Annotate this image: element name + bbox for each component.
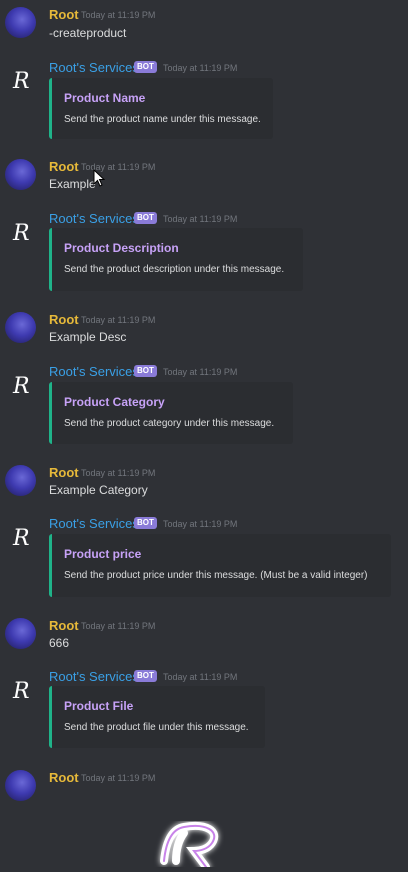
user-avatar-icon[interactable]: [5, 770, 36, 801]
bot-avatar-icon[interactable]: R: [5, 368, 36, 399]
embed-description: Send the product price under this messag…: [64, 570, 368, 581]
embed-description: Send the product category under this mes…: [64, 418, 275, 429]
timestamp: Today at 11:19 PM: [81, 773, 156, 783]
embed: Product price Send the product price und…: [49, 534, 391, 597]
svg-text:R: R: [12, 69, 30, 94]
bot-badge: BOT: [134, 365, 157, 377]
embed-title: Product File: [64, 699, 134, 713]
username[interactable]: Root: [49, 159, 79, 174]
bot-avatar-icon[interactable]: R: [5, 520, 36, 551]
bot-avatar-icon[interactable]: R: [5, 673, 36, 704]
embed-title: Product Name: [64, 91, 146, 105]
embed-description: Send the product file under this message…: [64, 722, 249, 733]
username[interactable]: Root: [49, 465, 79, 480]
bot-message: R Root's Services BOT Today at 11:19 PM …: [0, 360, 408, 455]
timestamp: Today at 11:19 PM: [81, 10, 156, 20]
embed-description: Send the product description under this …: [64, 264, 285, 275]
embed-title: Product price: [64, 547, 142, 561]
bot-message: R Root's Services BOT Today at 11:19 PM …: [0, 207, 408, 302]
timestamp: Today at 11:19 PM: [163, 672, 238, 682]
cursor-icon: [93, 168, 106, 192]
user-message: Root Today at 11:19 PM 666: [0, 615, 408, 665]
message-text: Example Desc: [49, 330, 127, 344]
timestamp: Today at 11:19 PM: [163, 214, 238, 224]
svg-text:R: R: [12, 221, 30, 246]
bot-badge: BOT: [134, 670, 157, 682]
username[interactable]: Root: [49, 770, 79, 785]
bot-name[interactable]: Root's Services: [49, 669, 139, 684]
svg-text:R: R: [12, 679, 30, 704]
message-text: -createproduct: [49, 26, 127, 40]
bot-name[interactable]: Root's Services: [49, 364, 139, 379]
embed-description: Send the product name under this message…: [64, 114, 261, 125]
timestamp: Today at 11:19 PM: [81, 621, 156, 631]
bot-badge: BOT: [134, 517, 157, 529]
user-message: Root Today at 11:19 PM Example Desc: [0, 309, 408, 359]
timestamp: Today at 11:19 PM: [163, 367, 238, 377]
bot-badge: BOT: [134, 61, 157, 73]
timestamp: Today at 11:19 PM: [163, 519, 238, 529]
svg-text:R: R: [12, 526, 30, 551]
username[interactable]: Root: [49, 312, 79, 327]
bot-message: R Root's Services BOT Today at 11:19 PM …: [0, 665, 408, 760]
user-message: Root Today at 11:19 PM -createproduct: [0, 0, 408, 50]
bot-avatar-icon[interactable]: R: [5, 215, 36, 246]
embed: Product Category Send the product catego…: [49, 382, 293, 444]
user-avatar-icon[interactable]: [5, 159, 36, 190]
embed: Product File Send the product file under…: [49, 686, 265, 748]
bot-message: R Root's Services BOT Today at 11:19 PM …: [0, 512, 408, 607]
username[interactable]: Root: [49, 7, 79, 22]
user-avatar-icon[interactable]: [5, 618, 36, 649]
bot-avatar-icon[interactable]: R: [5, 63, 36, 94]
user-message: Root Today at 11:19 PM Example Category: [0, 462, 408, 512]
bot-badge: BOT: [134, 212, 157, 224]
message-text: Example Category: [49, 483, 148, 497]
bot-name[interactable]: Root's Services: [49, 60, 139, 75]
user-message: Root Today at 11:19 PM: [0, 767, 408, 817]
r-logo-image[interactable]: [154, 821, 224, 872]
user-message: Root Today at 11:19 PM Example: [0, 157, 408, 207]
message-text: Example: [49, 177, 96, 191]
message-text: 666: [49, 636, 70, 650]
timestamp: Today at 11:19 PM: [81, 315, 156, 325]
svg-text:R: R: [12, 374, 30, 399]
bot-message: R Root's Services BOT Today at 11:19 PM …: [0, 55, 408, 150]
embed: Product Description Send the product des…: [49, 228, 303, 291]
embed-title: Product Category: [64, 395, 165, 409]
embed-title: Product Description: [64, 241, 179, 255]
bot-name[interactable]: Root's Services: [49, 211, 139, 226]
user-avatar-icon[interactable]: [5, 465, 36, 496]
bot-name[interactable]: Root's Services: [49, 516, 139, 531]
user-avatar-icon[interactable]: [5, 312, 36, 343]
username[interactable]: Root: [49, 618, 79, 633]
timestamp: Today at 11:19 PM: [163, 63, 238, 73]
timestamp: Today at 11:19 PM: [81, 468, 156, 478]
user-avatar-icon[interactable]: [5, 7, 36, 38]
embed: Product Name Send the product name under…: [49, 78, 273, 139]
